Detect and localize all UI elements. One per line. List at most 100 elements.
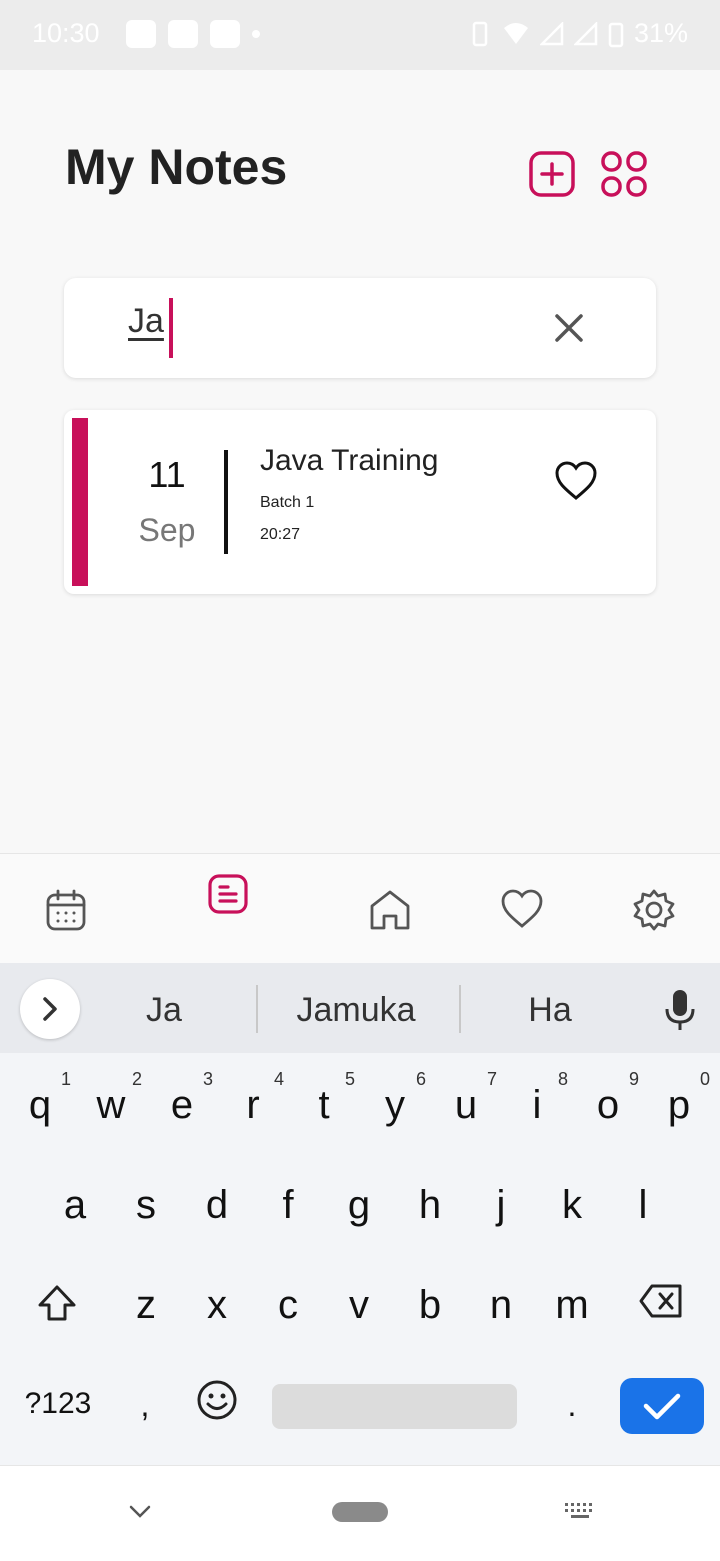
system-nav-bar (0, 1465, 720, 1561)
key-hint: 8 (557, 1069, 568, 1089)
chevron-down-icon[interactable] (128, 1504, 152, 1520)
check-icon (643, 1393, 681, 1420)
battery-icon (608, 22, 624, 47)
home-pill[interactable] (332, 1502, 388, 1522)
keyboard-switch-icon[interactable] (564, 1502, 596, 1522)
key-w[interactable]: w2 (76, 1069, 146, 1128)
space-key[interactable] (272, 1384, 517, 1429)
key-hint: 2 (131, 1069, 142, 1089)
youtube-icon (210, 20, 240, 48)
key-c[interactable]: c (253, 1283, 323, 1328)
grid-icon (601, 151, 647, 197)
emoji-icon (197, 1380, 237, 1420)
note-color-stripe (72, 418, 88, 586)
voice-input-button[interactable] (664, 989, 696, 1031)
key-label: u (454, 1083, 478, 1127)
backspace-key[interactable] (626, 1283, 696, 1333)
nav-favorites[interactable] (500, 888, 544, 932)
key-d[interactable]: d (182, 1183, 252, 1228)
key-label: p (667, 1083, 691, 1127)
note-card[interactable]: 11 Sep Java Training Batch 1 20:27 (64, 410, 656, 594)
key-x[interactable]: x (182, 1283, 252, 1328)
key-label: r (246, 1083, 260, 1127)
key-m[interactable]: m (537, 1283, 607, 1328)
dot-icon (252, 30, 260, 38)
note-day: 11 (148, 454, 186, 495)
key-label: t (318, 1083, 330, 1127)
key-hint: 1 (60, 1069, 71, 1089)
key-q[interactable]: q1 (5, 1069, 75, 1128)
done-key[interactable] (620, 1378, 704, 1434)
key-label: i (532, 1083, 542, 1127)
key-l[interactable]: l (608, 1183, 678, 1228)
nav-home[interactable] (368, 888, 412, 932)
key-k[interactable]: k (537, 1183, 607, 1228)
add-note-button[interactable] (528, 150, 576, 198)
shift-key[interactable] (22, 1283, 92, 1333)
heart-icon (555, 461, 597, 500)
key-z[interactable]: z (111, 1283, 181, 1328)
key-f[interactable]: f (253, 1183, 323, 1228)
nav-notes[interactable] (206, 872, 250, 916)
signal-icon (539, 21, 564, 45)
key-b[interactable]: b (395, 1283, 465, 1328)
facebook-icon (126, 20, 156, 48)
note-time: 20:27 (260, 526, 301, 543)
suggestion-strip: Ja Jamuka Ha (0, 963, 720, 1053)
key-label: q (28, 1083, 52, 1127)
note-month: Sep (138, 512, 196, 548)
key-v[interactable]: v (324, 1283, 394, 1328)
key-p[interactable]: p0 (644, 1069, 714, 1128)
favorite-button[interactable] (554, 460, 598, 502)
key-s[interactable]: s (111, 1183, 181, 1228)
key-a[interactable]: a (40, 1183, 110, 1228)
shift-icon (38, 1285, 76, 1321)
key-g[interactable]: g (324, 1183, 394, 1228)
symbols-key[interactable]: ?123 (14, 1387, 102, 1421)
key-comma[interactable]: , (110, 1387, 180, 1424)
key-r[interactable]: r4 (218, 1069, 288, 1128)
key-hint: 9 (628, 1069, 639, 1089)
heart-icon (501, 889, 543, 928)
wifi-icon (503, 22, 528, 44)
note-divider (224, 450, 228, 554)
key-n[interactable]: n (466, 1283, 536, 1328)
key-hint: 0 (699, 1069, 710, 1089)
battery-level: 31% (633, 18, 688, 48)
search-box[interactable]: Ja (64, 278, 656, 378)
calendar-icon (46, 889, 86, 931)
key-label: e (170, 1083, 194, 1127)
note-subtitle: Batch 1 (260, 494, 315, 511)
suggestion-1[interactable]: Ja (64, 991, 264, 1030)
note-title: Java Training (260, 444, 439, 477)
key-j[interactable]: j (466, 1183, 536, 1228)
suggestion-3[interactable]: Ha (450, 991, 650, 1030)
nav-settings[interactable] (632, 888, 676, 932)
key-e[interactable]: e3 (147, 1069, 217, 1128)
key-hint: 4 (273, 1069, 284, 1089)
search-input[interactable]: Ja (128, 302, 164, 341)
backspace-icon (639, 1284, 682, 1318)
gear-icon (633, 889, 675, 931)
mic-icon (665, 990, 695, 1030)
key-hint: 3 (202, 1069, 213, 1089)
clear-search-button[interactable] (554, 313, 584, 343)
page-title: My Notes (65, 139, 288, 195)
bottom-nav (0, 853, 720, 964)
key-i[interactable]: i8 (502, 1069, 572, 1128)
nav-calendar[interactable] (44, 888, 88, 932)
suggestion-2[interactable]: Jamuka (256, 991, 456, 1030)
key-hint: 6 (415, 1069, 426, 1089)
key-period[interactable]: . (537, 1387, 607, 1424)
emoji-key[interactable] (182, 1379, 252, 1429)
status-right: 31% (468, 18, 688, 49)
key-o[interactable]: o9 (573, 1069, 643, 1128)
key-t[interactable]: t5 (289, 1069, 359, 1128)
key-h[interactable]: h (395, 1183, 465, 1228)
key-hint: 7 (486, 1069, 497, 1089)
key-hint: 5 (344, 1069, 355, 1089)
grid-view-button[interactable] (600, 150, 648, 198)
vibrate-icon (472, 21, 488, 46)
key-u[interactable]: u7 (431, 1069, 501, 1128)
key-y[interactable]: y6 (360, 1069, 430, 1128)
